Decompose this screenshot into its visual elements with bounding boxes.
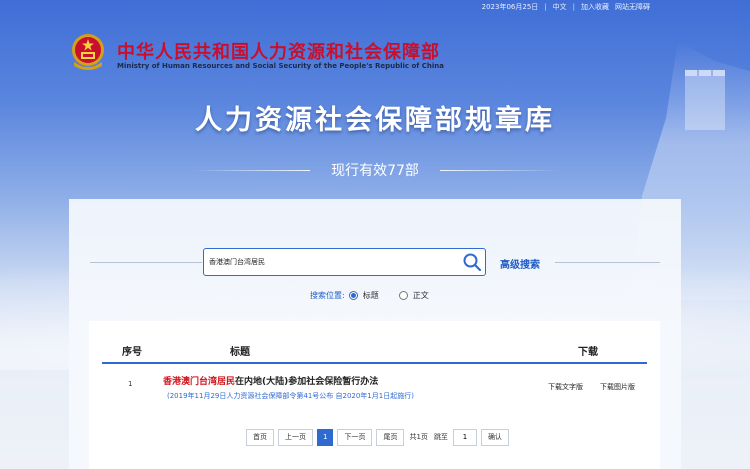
national-emblem-icon (72, 34, 104, 70)
table-header: 序号 标题 下载 (102, 340, 647, 364)
title-rest: 在内地(大陆)参加社会保险暂行办法 (235, 377, 379, 387)
row-title-link[interactable]: 香港澳门台湾居民在内地(大陆)参加社会保险暂行办法 (163, 374, 378, 387)
total-pages: 共1页 (409, 433, 428, 441)
next-page-button[interactable]: 下一页 (337, 428, 373, 446)
top-utility-bar: 2023年06月25日 | 中文 | 加入收藏 网站无障碍 (482, 0, 650, 14)
ministry-name-en: Ministry of Human Resources and Social S… (117, 62, 445, 70)
language-link[interactable]: 中文 (553, 2, 567, 12)
search-button[interactable] (459, 249, 485, 275)
scope-option-label: 标题 (362, 291, 379, 300)
pagination: 首页 上一页 1 下一页 尾页 共1页 跳至 确认 (246, 428, 509, 446)
add-favorite-link[interactable]: 加入收藏 (581, 2, 609, 12)
download-image-link[interactable]: 下载图片版 (600, 382, 635, 392)
download-text-link[interactable]: 下载文字版 (548, 382, 583, 392)
current-date: 2023年06月25日 (481, 3, 539, 11)
row-note: (2019年11月29日人力资源社会保障部令第41号公布 自2020年1月1日起… (167, 392, 414, 400)
prev-page-button[interactable]: 上一页 (278, 428, 313, 446)
current-page-button[interactable]: 1 (317, 428, 334, 446)
separator: | (544, 3, 547, 11)
confirm-button[interactable]: 确认 (480, 428, 509, 446)
goto-page-input[interactable] (452, 428, 477, 446)
separator: | (572, 3, 575, 11)
header-download: 下载 (578, 347, 598, 358)
search-divider-right (555, 262, 660, 263)
page-subtitle: 现行有效77部 (331, 163, 419, 179)
scope-label: 搜索位置: (310, 291, 345, 300)
header-title: 标题 (230, 347, 250, 358)
search-scope: 搜索位置: 标题 正文 (310, 290, 449, 301)
search-icon (463, 253, 482, 272)
last-page-button[interactable]: 尾页 (376, 428, 405, 446)
first-page-button[interactable]: 首页 (246, 428, 274, 446)
scope-option-body[interactable]: 正文 (398, 290, 429, 301)
subtitle-divider-right (440, 170, 560, 171)
search-input[interactable] (204, 249, 459, 275)
scope-option-title[interactable]: 标题 (348, 290, 379, 301)
page-title: 人力资源社会保障部规章库 (195, 105, 555, 136)
row-number: 1 (128, 380, 133, 388)
radio-body[interactable] (398, 291, 408, 300)
search-box (203, 248, 486, 276)
goto-label: 跳至 (433, 433, 448, 441)
title-highlight: 香港澳门台湾居民 (163, 377, 236, 387)
advanced-search-link[interactable]: 高级搜索 (500, 256, 540, 271)
scope-option-label: 正文 (412, 291, 429, 300)
search-divider-left (90, 262, 202, 263)
header-no: 序号 (122, 347, 142, 358)
accessibility-link[interactable]: 网站无障碍 (615, 2, 650, 12)
ministry-name-cn: 中华人民共和国人力资源和社会保障部 (117, 42, 440, 63)
radio-title[interactable] (348, 291, 358, 300)
